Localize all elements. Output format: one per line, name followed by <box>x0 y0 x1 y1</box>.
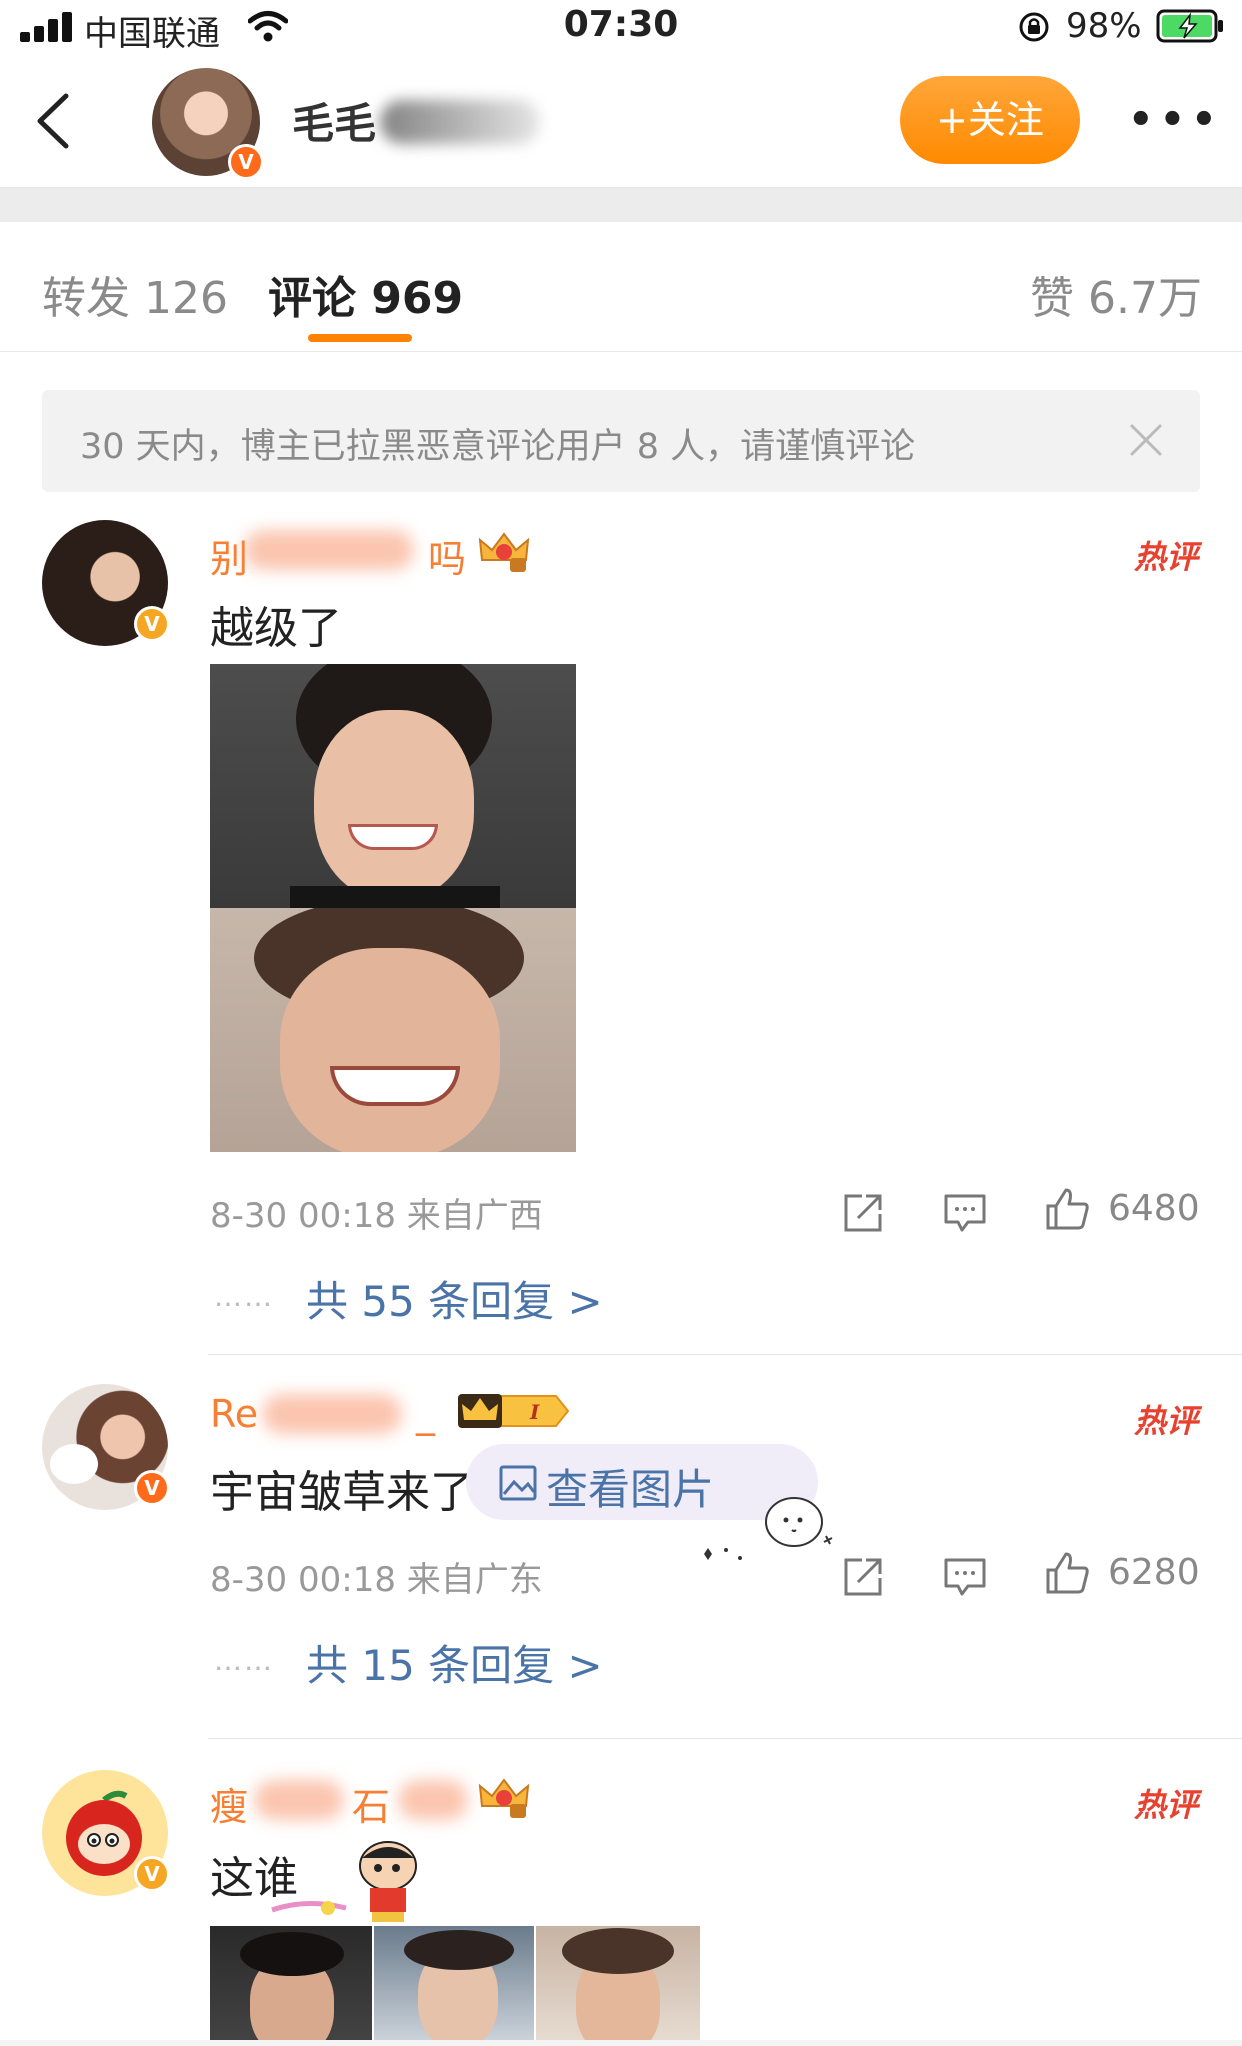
verified-badge-icon: V <box>134 1470 170 1506</box>
verified-badge-icon: V <box>228 144 264 180</box>
battery-percentage: 98% <box>1066 6 1142 46</box>
clock: 07:30 <box>563 4 679 45</box>
redacted-name <box>244 530 414 570</box>
close-icon[interactable] <box>1126 420 1166 460</box>
tab-comment[interactable]: 评论 969 <box>268 262 463 326</box>
reply-dots: …… <box>214 1280 274 1313</box>
comment-divider <box>208 1354 1242 1355</box>
comment-meta: 8-30 00:18 来自广西 <box>210 1196 543 1236</box>
author-avatar[interactable]: V <box>152 68 264 180</box>
view-replies-link[interactable]: 共 15 条回复 > <box>306 1632 603 1693</box>
like-count: 6480 <box>1108 1188 1200 1229</box>
follow-button[interactable]: +关注 <box>900 76 1080 164</box>
commenter-avatar[interactable]: V <box>42 520 170 646</box>
comment-image-top[interactable] <box>210 664 576 908</box>
hot-comment-tag: 热评 <box>1133 1402 1198 1440</box>
like-icon[interactable] <box>1044 1186 1090 1232</box>
comment-text: 宇宙皱草来了 <box>210 1467 474 1518</box>
commenter-name-end: 石 <box>352 1785 391 1829</box>
battery-charging-icon <box>1156 9 1223 43</box>
redacted-name <box>262 1394 402 1434</box>
image-icon <box>499 1465 537 1501</box>
more-icon[interactable]: ••• <box>1128 100 1217 140</box>
like-count: 6280 <box>1108 1552 1200 1593</box>
comment-image-3[interactable] <box>536 1926 700 2046</box>
crayon-shinchan-sticker-icon <box>271 1841 417 1922</box>
comment-text: 越级了 <box>210 603 342 654</box>
svg-text:I: I <box>529 1400 540 1424</box>
back-icon[interactable] <box>26 86 82 156</box>
view-image-link[interactable]: 查看图片 <box>546 1456 714 1517</box>
comment-meta: 8-30 00:18 来自广东 <box>210 1560 543 1600</box>
redacted-name <box>380 100 540 144</box>
commenter-name[interactable]: Re <box>210 1392 258 1436</box>
bottom-edge <box>0 2040 1242 2046</box>
author-name[interactable]: 毛毛 <box>292 90 376 151</box>
block-notice: 30 天内，博主已拉黑恶意评论用户 8 人，请谨慎评论 <box>42 390 1200 492</box>
tab-repost[interactable]: 转发 126 <box>42 262 228 326</box>
comment-image-2[interactable] <box>374 1926 534 2046</box>
hot-comment-tag: 热评 <box>1133 538 1198 576</box>
redacted-name <box>254 1780 344 1820</box>
share-icon[interactable] <box>840 1190 886 1236</box>
like-icon[interactable] <box>1044 1550 1090 1596</box>
crown-badge-icon <box>478 1778 530 1818</box>
tab-indicator <box>308 334 412 342</box>
tab-bar: 转发 126 评论 969 赞 6.7万 <box>0 222 1242 352</box>
crown-badge-icon <box>478 532 530 572</box>
hot-comment-tag: 热评 <box>1133 1786 1198 1824</box>
status-bar: 中国联通 07:30 98% <box>0 0 1242 56</box>
redacted-name <box>398 1780 468 1820</box>
commenter-avatar[interactable]: V <box>42 1384 170 1510</box>
comment-image-1[interactable] <box>210 1926 372 2046</box>
view-replies-link[interactable]: 共 55 条回复 > <box>306 1268 603 1329</box>
commenter-name-end: 吗 <box>428 537 467 581</box>
bear-sticker-icon <box>704 1497 833 1560</box>
rotation-lock-icon <box>1019 12 1049 42</box>
reply-icon[interactable] <box>942 1554 988 1600</box>
member-level-badge-icon: I <box>458 1394 570 1428</box>
commenter-name[interactable]: 瘦 <box>210 1776 248 1831</box>
comment-image-bottom[interactable] <box>210 908 576 1152</box>
commenter-name-end: _ <box>416 1392 435 1436</box>
tab-like[interactable]: 赞 6.7万 <box>1030 262 1202 326</box>
notice-text: 30 天内，博主已拉黑恶意评论用户 8 人，请谨慎评论 <box>80 427 916 467</box>
section-gap <box>0 188 1242 222</box>
reply-dots: …… <box>214 1644 274 1677</box>
header: V 毛毛 +关注 ••• <box>0 56 1242 188</box>
reply-icon[interactable] <box>942 1190 988 1236</box>
comment-divider <box>208 1738 1242 1739</box>
commenter-name[interactable]: 别 <box>210 528 248 583</box>
commenter-avatar[interactable]: V <box>42 1770 170 1896</box>
share-icon[interactable] <box>840 1554 886 1600</box>
verified-badge-icon: V <box>134 1856 170 1892</box>
verified-badge-icon: V <box>134 606 170 642</box>
